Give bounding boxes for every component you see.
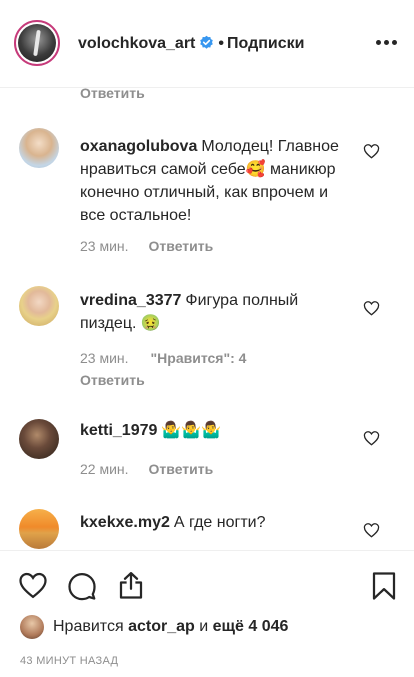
commenter-avatar[interactable] bbox=[19, 128, 59, 168]
header-user-line: volochkova_art • Подписки bbox=[78, 34, 304, 54]
commenter-avatar[interactable] bbox=[19, 509, 59, 549]
more-options-icon[interactable] bbox=[376, 40, 398, 46]
share-icon[interactable] bbox=[116, 570, 146, 600]
comment-time: 23 мин. bbox=[80, 350, 129, 366]
post-timestamp: 43 МИНУТ НАЗАД bbox=[20, 655, 119, 667]
like-comment-heart-icon[interactable] bbox=[363, 522, 380, 538]
header-separator: • bbox=[218, 35, 224, 52]
comment-text: vredina_3377 Фигура полный пиздец. 🤢 bbox=[80, 289, 355, 335]
commenter-avatar[interactable] bbox=[19, 286, 59, 326]
commenter-username[interactable]: oxanagolubova bbox=[80, 138, 197, 155]
post-actions: Нравится actor_ap и ещё 4 046 43 МИНУТ Н… bbox=[0, 550, 414, 677]
commenter-username[interactable]: kxekxe.my2 bbox=[80, 514, 170, 531]
follow-button[interactable]: Подписки bbox=[227, 35, 304, 52]
comment-meta: 23 мин. "Нравится": 4 bbox=[80, 350, 246, 366]
comment-text: ketti_1979 🤷‍♂️🤷‍♂️🤷‍♂️ bbox=[80, 419, 355, 442]
comment-time: 23 мин. bbox=[80, 238, 129, 254]
comment-icon[interactable] bbox=[67, 571, 97, 601]
like-comment-heart-icon[interactable] bbox=[363, 300, 380, 316]
liker-avatar bbox=[20, 615, 44, 639]
commenter-avatar[interactable] bbox=[19, 419, 59, 459]
profile-avatar-image bbox=[18, 24, 56, 62]
commenter-username[interactable]: ketti_1979 bbox=[80, 422, 157, 439]
commenter-username[interactable]: vredina_3377 bbox=[80, 292, 181, 309]
comment-likes-count[interactable]: "Нравится": 4 bbox=[151, 350, 247, 366]
comment-body: А где ногти? bbox=[173, 514, 266, 531]
likes-count[interactable]: ещё 4 046 bbox=[213, 618, 289, 635]
like-comment-heart-icon[interactable] bbox=[363, 430, 380, 446]
verified-badge-icon bbox=[200, 35, 214, 49]
profile-avatar[interactable] bbox=[14, 20, 60, 66]
reply-button[interactable]: Ответить bbox=[80, 88, 145, 101]
bookmark-icon[interactable] bbox=[371, 571, 397, 601]
like-comment-heart-icon[interactable] bbox=[363, 143, 380, 159]
reply-button[interactable]: Ответить bbox=[149, 238, 214, 254]
comments-list[interactable]: Ответить oxanagolubova Молодец! Главное н… bbox=[0, 88, 414, 550]
liked-by-conj: и bbox=[199, 618, 209, 635]
comment-text: kxekxe.my2 А где ногти? bbox=[80, 511, 355, 534]
comment-body: 🤷‍♂️🤷‍♂️🤷‍♂️ bbox=[161, 422, 222, 439]
liked-by-prefix: Нравится bbox=[53, 618, 124, 635]
comment-meta: 23 мин. Ответить bbox=[80, 238, 213, 254]
comment-time: 22 мин. bbox=[80, 461, 129, 477]
reply-button[interactable]: Ответить bbox=[80, 372, 145, 388]
post-header: volochkova_art • Подписки bbox=[0, 0, 414, 88]
liker-username[interactable]: actor_ap bbox=[128, 618, 195, 635]
liked-by-text: Нравится actor_ap и ещё 4 046 bbox=[53, 618, 288, 636]
comment-text: oxanagolubova Молодец! Главное нравиться … bbox=[80, 135, 355, 227]
heart-icon[interactable] bbox=[18, 571, 48, 599]
reply-button[interactable]: Ответить bbox=[149, 461, 214, 477]
header-username[interactable]: volochkova_art bbox=[78, 35, 195, 52]
comment-meta: 22 мин. Ответить bbox=[80, 461, 213, 477]
